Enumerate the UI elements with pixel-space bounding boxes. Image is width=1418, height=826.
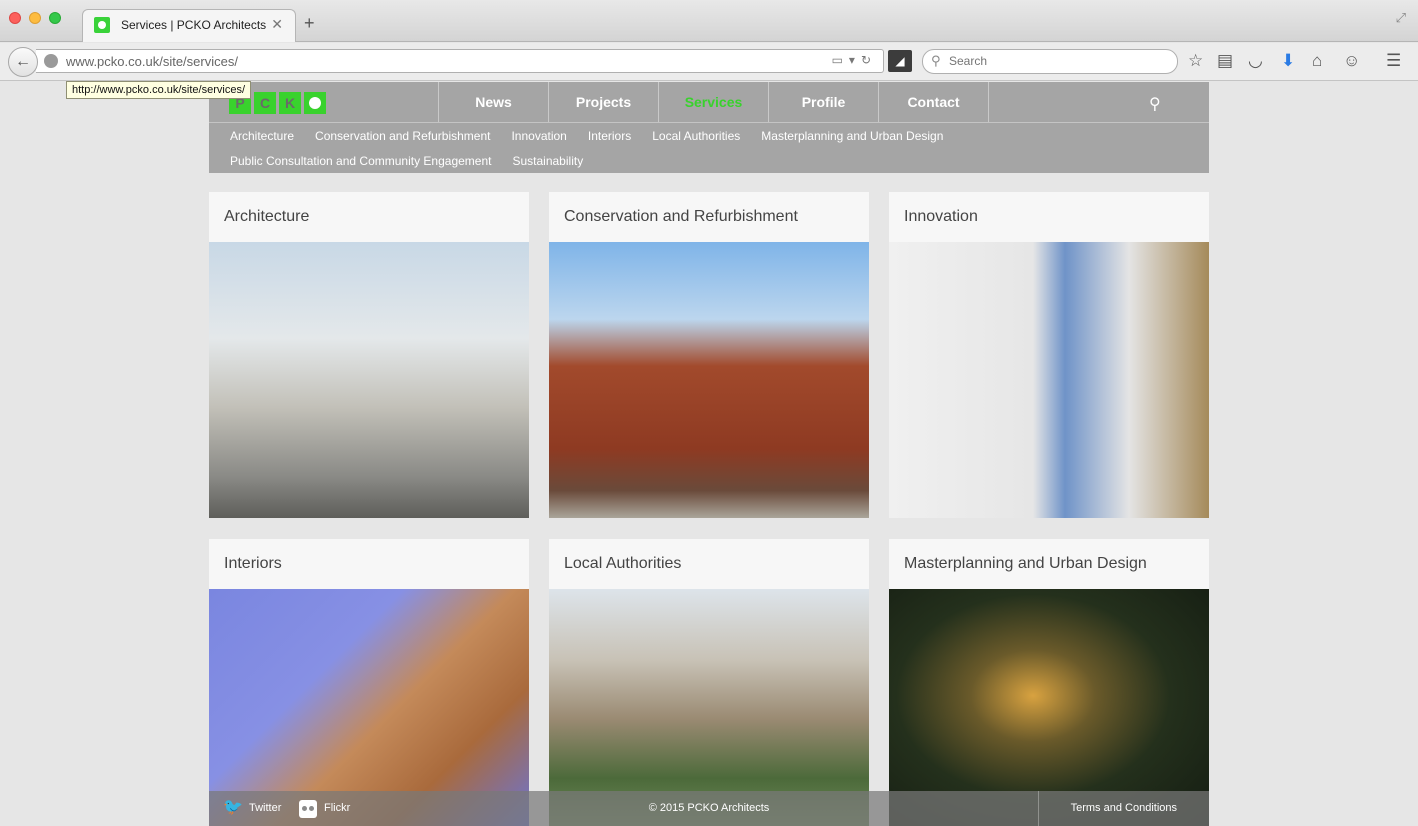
service-card-local-authorities[interactable]: Local Authorities: [549, 539, 869, 826]
browser-tab[interactable]: Services | PCKO Architects ✕: [82, 9, 296, 42]
bookmarks-list-icon[interactable]: ▤: [1217, 51, 1233, 71]
site-footer: 🐦 Twitter Flickr © 2015 PCKO Architects …: [209, 791, 1209, 826]
browser-titlebar: Services | PCKO Architects ✕ + ⤢: [0, 0, 1418, 42]
subnav-public-consultation[interactable]: Public Consultation and Community Engage…: [230, 153, 491, 170]
menu-icon[interactable]: ☰: [1386, 51, 1401, 71]
subnav-local-authorities[interactable]: Local Authorities: [652, 128, 740, 145]
card-title[interactable]: Masterplanning and Urban Design: [889, 539, 1209, 589]
copyright-text: © 2015 PCKO Architects: [648, 802, 770, 814]
subnav-conservation[interactable]: Conservation and Refurbishment: [315, 128, 490, 145]
back-arrow-icon: ←: [15, 53, 31, 70]
card-title[interactable]: Conservation and Refurbishment: [549, 192, 869, 242]
subnav-architecture[interactable]: Architecture: [230, 128, 294, 145]
innovation-image[interactable]: [889, 242, 1209, 518]
tab-title: Services | PCKO Architects: [121, 18, 267, 32]
nav-profile[interactable]: Profile: [769, 82, 879, 123]
terms-link[interactable]: Terms and Conditions: [1071, 802, 1177, 814]
site-search-icon[interactable]: ⚲: [1149, 94, 1161, 114]
globe-icon: [44, 54, 58, 68]
browser-search-input[interactable]: [949, 54, 1169, 68]
conservation-image[interactable]: [549, 242, 869, 518]
reader-dropdown-reload-icons[interactable]: ▭▾↻: [832, 53, 877, 67]
chat-icon[interactable]: ☺: [1343, 51, 1360, 71]
nav-news[interactable]: News: [439, 82, 549, 123]
card-title[interactable]: Architecture: [209, 192, 529, 242]
subnav-sustainability[interactable]: Sustainability: [512, 153, 583, 170]
page-action-icon[interactable]: ◢: [888, 50, 912, 72]
bookmark-star-icon[interactable]: ☆: [1188, 51, 1203, 71]
nav-services[interactable]: Services: [659, 82, 769, 123]
url-tooltip: http://www.pcko.co.uk/site/services/: [66, 81, 252, 99]
pocket-icon[interactable]: ◡: [1248, 51, 1263, 71]
browser-search-bar[interactable]: ⚲: [922, 49, 1178, 74]
url-bar[interactable]: www.pcko.co.uk/site/services/ ▭▾↻: [36, 49, 884, 73]
nav-contact[interactable]: Contact: [879, 82, 989, 123]
card-title[interactable]: Local Authorities: [549, 539, 869, 589]
fullscreen-icon[interactable]: ⤢: [1396, 10, 1406, 26]
new-tab-button[interactable]: +: [304, 13, 315, 34]
footer-divider: [1038, 791, 1039, 826]
subnav-innovation[interactable]: Innovation: [511, 128, 566, 145]
home-icon[interactable]: ⌂: [1312, 51, 1322, 71]
close-tab-icon[interactable]: ✕: [271, 16, 283, 33]
service-card-conservation[interactable]: Conservation and Refurbishment: [549, 192, 869, 518]
downloads-icon[interactable]: ⬇: [1281, 51, 1295, 71]
service-card-interiors[interactable]: Interiors: [209, 539, 529, 826]
nav-projects[interactable]: Projects: [549, 82, 659, 123]
logo-letter: O: [304, 92, 326, 114]
service-card-architecture[interactable]: Architecture: [209, 192, 529, 518]
subnav-interiors[interactable]: Interiors: [588, 128, 631, 145]
subnav-divider: [209, 122, 1209, 123]
site-header: P C K O News Projects Services Profile C…: [209, 82, 1209, 173]
architecture-image[interactable]: [209, 242, 529, 518]
card-title[interactable]: Interiors: [209, 539, 529, 589]
url-text[interactable]: www.pcko.co.uk/site/services/: [66, 54, 238, 69]
minimize-window-button[interactable]: [29, 12, 41, 24]
close-window-button[interactable]: [9, 12, 21, 24]
logo-letter: C: [254, 92, 276, 114]
zoom-window-button[interactable]: [49, 12, 61, 24]
back-button[interactable]: ←: [8, 47, 38, 77]
main-nav: News Projects Services Profile Contact: [438, 82, 989, 123]
service-card-innovation[interactable]: Innovation: [889, 192, 1209, 518]
pcko-favicon-icon: [94, 17, 110, 33]
browser-navbar: www.pcko.co.uk/site/services/ ▭▾↻ ← ◢ ⚲ …: [0, 43, 1418, 81]
services-subnav: Architecture Conservation and Refurbishm…: [230, 128, 1190, 170]
search-icon: ⚲: [931, 53, 941, 68]
subnav-masterplanning[interactable]: Masterplanning and Urban Design: [761, 128, 943, 145]
card-title[interactable]: Innovation: [889, 192, 1209, 242]
service-card-masterplanning[interactable]: Masterplanning and Urban Design: [889, 539, 1209, 826]
logo-letter: K: [279, 92, 301, 114]
